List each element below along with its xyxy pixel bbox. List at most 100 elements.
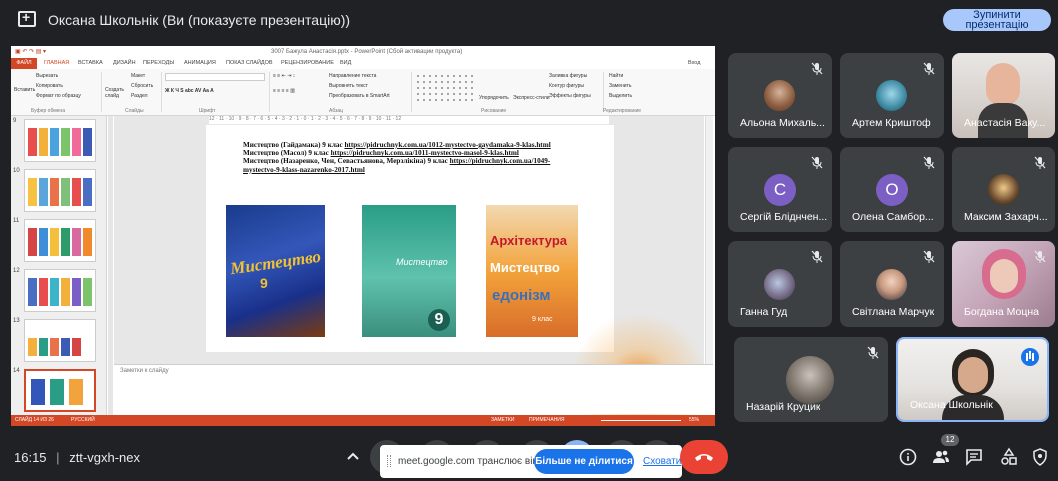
- tab-view[interactable]: ВИД: [340, 60, 351, 66]
- ribbon-separator: [411, 72, 412, 112]
- participant-tile[interactable]: Назарій Круцик: [734, 337, 888, 422]
- reset-button[interactable]: Сбросить: [131, 83, 153, 89]
- slide-thumbnail-12[interactable]: [24, 269, 96, 312]
- zoom-level[interactable]: 55%: [689, 417, 699, 423]
- tab-transitions[interactable]: ПЕРЕХОДЫ: [143, 60, 174, 66]
- comments-toggle[interactable]: ПРИМЕЧАНИЯ: [529, 417, 565, 423]
- stop-sharing-button[interactable]: Більше не ділитися: [534, 449, 634, 474]
- people-icon[interactable]: [931, 447, 951, 467]
- presenter-status: Оксана Школьнік (Ви (показуєте презентац…: [48, 12, 351, 28]
- smartart-button[interactable]: Преобразовать в SmartArt: [329, 93, 390, 99]
- tab-insert[interactable]: ВСТАВКА: [78, 60, 103, 66]
- layout-button[interactable]: Макет: [131, 73, 145, 79]
- thumb-number: 10: [13, 168, 20, 174]
- quick-styles-button[interactable]: Экспресс-стили: [513, 95, 550, 101]
- shape-effects-button[interactable]: Эффекты фигуры: [549, 93, 591, 99]
- list-icons[interactable]: ≡ ≡ ⇤ ⇥ ↕: [273, 73, 295, 79]
- slide-scrollbar[interactable]: [705, 116, 713, 364]
- thumbnails-scrollbar[interactable]: [108, 116, 113, 416]
- mic-off-icon: [923, 62, 935, 75]
- participant-tile[interactable]: Ганна Гуд: [728, 241, 832, 327]
- book-cover-nazarenko[interactable]: Архітектура Мистецтво едонізм 9 клас: [486, 205, 578, 337]
- shape-fill-button[interactable]: Заливка фигуры: [549, 73, 587, 79]
- group-paragraph: Абзац: [329, 108, 344, 114]
- host-controls-icon[interactable]: [1030, 447, 1050, 467]
- participant-name: Назарій Круцик: [746, 401, 821, 413]
- notes-pane[interactable]: Заметки к слайду: [114, 364, 713, 414]
- participant-name: Світлана Марчук: [852, 306, 935, 318]
- participant-tile[interactable]: Артем Криштоф: [840, 53, 944, 138]
- slide-line-3: Мистецтво (Назаренко, Чен, Севастьянова,…: [243, 157, 551, 174]
- avatar: [876, 269, 907, 300]
- participant-tile[interactable]: Максим Захарч...: [952, 147, 1055, 232]
- book3-line3: едонізм: [492, 287, 551, 304]
- link-gaydamaka[interactable]: https://pidruchnyk.com.ua/1012-mystectvo…: [344, 141, 550, 149]
- meeting-code[interactable]: ztt-vgxh-nex: [69, 450, 140, 465]
- slide-thumbnail-10[interactable]: [24, 169, 96, 212]
- group-drawing: Рисование: [481, 108, 507, 114]
- more-controls-chevron-icon[interactable]: [336, 440, 370, 474]
- tab-design[interactable]: ДИЗАЙН: [113, 60, 136, 66]
- chat-icon[interactable]: [964, 447, 984, 467]
- paste-button[interactable]: Вставить: [14, 87, 35, 93]
- clock: 16:15: [14, 450, 47, 465]
- cut-button[interactable]: Вырезать: [36, 73, 58, 79]
- participant-tile-self[interactable]: Оксана Школьнік: [896, 337, 1049, 422]
- slide-text[interactable]: Мистецтво (Гайдамака) 9 клас https://pid…: [243, 141, 583, 174]
- shape-outline-button[interactable]: Контур фигуры: [549, 83, 584, 89]
- book2-title: Мистецтво: [396, 257, 448, 267]
- participant-tile[interactable]: О Олена Самбор...: [840, 147, 944, 232]
- tab-slideshow[interactable]: ПОКАЗ СЛАЙДОВ: [226, 60, 273, 66]
- hide-toast-link[interactable]: Сховати: [643, 456, 681, 467]
- stop-presenting-button[interactable]: Зупинити презентацію: [943, 9, 1051, 31]
- thumb-number: 13: [13, 318, 20, 324]
- select-button[interactable]: Выделить: [609, 93, 632, 99]
- participant-tile[interactable]: Світлана Марчук: [840, 241, 944, 327]
- presentation-icon: [18, 9, 36, 27]
- align-icons[interactable]: ≡ ≡ ≡ ≡ ▥: [273, 88, 295, 94]
- format-painter-button[interactable]: Формат по образцу: [36, 93, 81, 99]
- tab-home[interactable]: ГЛАВНАЯ: [44, 60, 69, 66]
- participant-tile-video[interactable]: Богдана Моцна: [952, 241, 1055, 327]
- participant-tile[interactable]: Альона Михаль...: [728, 53, 832, 138]
- sharing-message: meet.google.com транслює вікно.: [398, 456, 551, 467]
- link-masol[interactable]: https://pidruchnyk.com.ua/1011-mystectvo…: [331, 149, 519, 157]
- mic-off-icon: [811, 62, 823, 75]
- signin-link[interactable]: Вход: [688, 60, 700, 66]
- info-icon[interactable]: [898, 447, 918, 467]
- slide-thumbnail-13[interactable]: [24, 319, 96, 362]
- leave-call-button[interactable]: [680, 440, 728, 474]
- slide-thumbnail-9[interactable]: [24, 119, 96, 162]
- align-text-button[interactable]: Выровнять текст: [329, 83, 368, 89]
- book-cover-masol[interactable]: Мистецтво 9: [362, 205, 456, 337]
- find-button[interactable]: Найти: [609, 73, 623, 79]
- slide-thumbnail-14-selected[interactable]: [24, 369, 96, 412]
- book-cover-gaydamaka[interactable]: Мистецтво 9: [226, 205, 325, 337]
- tab-review[interactable]: РЕЦЕНЗИРОВАНИЕ: [281, 60, 334, 66]
- tab-file[interactable]: ФАЙЛ: [11, 58, 37, 69]
- current-slide[interactable]: Мистецтво (Гайдамака) 9 клас https://pid…: [206, 125, 614, 352]
- section-button[interactable]: Раздел: [131, 93, 148, 99]
- slide-thumbnail-11[interactable]: [24, 219, 96, 262]
- zoom-slider[interactable]: [601, 420, 681, 421]
- thumb-number: 9: [13, 118, 17, 124]
- avatar: [876, 80, 907, 111]
- slide-thumbnails-pane[interactable]: 9 10 11 12 13 14: [11, 116, 107, 416]
- drag-handle-icon[interactable]: [387, 455, 391, 467]
- replace-button[interactable]: Заменить: [609, 83, 631, 89]
- new-slide-button[interactable]: Создать слайд: [105, 87, 127, 99]
- copy-button[interactable]: Копировать: [36, 83, 63, 89]
- activities-icon[interactable]: [999, 447, 1019, 467]
- text-direction-button[interactable]: Направление текста: [329, 73, 376, 79]
- participant-tile-video[interactable]: Анастасія Baкy...: [952, 53, 1055, 138]
- font-format-icons[interactable]: Ж К Ч S abc AV Aa A: [165, 88, 214, 94]
- separator: |: [56, 450, 60, 465]
- avatar: [786, 356, 834, 404]
- tab-animation[interactable]: АНИМАЦИЯ: [184, 60, 216, 66]
- font-name-select[interactable]: [165, 73, 265, 81]
- participant-tile[interactable]: С Сергій Бліднчен...: [728, 147, 832, 232]
- thumb-number: 11: [13, 218, 20, 224]
- shapes-gallery[interactable]: [415, 73, 475, 103]
- arrange-button[interactable]: Упорядочить: [479, 95, 509, 101]
- notes-toggle[interactable]: ЗАМЕТКИ: [491, 417, 514, 423]
